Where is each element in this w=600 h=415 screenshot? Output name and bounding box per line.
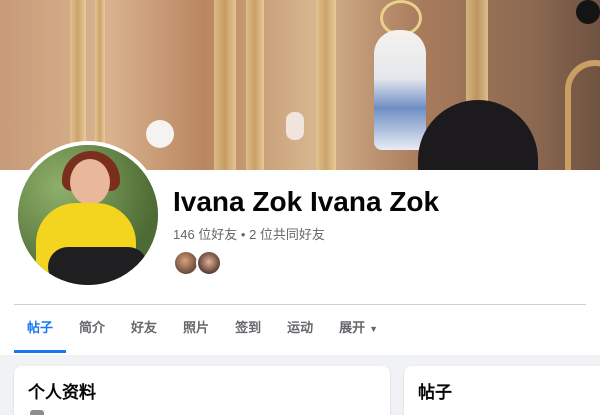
cover-arch	[565, 60, 600, 170]
tab-label: 帖子	[27, 320, 54, 335]
caret-down-icon: ▼	[369, 324, 379, 334]
tab-label: 照片	[183, 320, 210, 335]
tab-label: 展开	[339, 320, 366, 335]
profile-avatar[interactable]	[14, 141, 162, 289]
friends-count[interactable]: 146 位好友 • 2 位共同好友	[173, 224, 325, 243]
tab-photos[interactable]: 照片	[170, 305, 222, 353]
tab-label: 签到	[235, 320, 262, 335]
avatar-face	[70, 159, 110, 205]
tab-about[interactable]: 简介	[66, 305, 118, 353]
cover-pillar	[246, 0, 264, 170]
cover-pillar	[316, 0, 336, 170]
info-icon	[30, 410, 44, 415]
tab-sports[interactable]: 运动	[274, 305, 326, 353]
cover-lamp	[286, 112, 304, 140]
cover-person-head	[418, 100, 538, 170]
profile-name: Ivana Zok Ivana Zok	[173, 186, 440, 217]
posts-title: 帖子	[418, 383, 452, 402]
tab-label: 简介	[79, 320, 106, 335]
posts-card: 帖子	[404, 366, 600, 415]
profile-tabs: 帖子 简介 好友 照片 签到 运动 展开 ▼	[14, 305, 391, 353]
cover-pillar	[214, 0, 236, 170]
intro-title: 个人资料	[28, 383, 96, 402]
avatar-legs	[48, 247, 148, 285]
tab-friends[interactable]: 好友	[118, 305, 170, 353]
cover-lamp	[146, 120, 174, 148]
tab-posts[interactable]: 帖子	[14, 305, 67, 353]
tab-more[interactable]: 展开 ▼	[326, 305, 391, 353]
tab-checkins[interactable]: 签到	[222, 305, 274, 353]
top-corner-button[interactable]	[576, 0, 600, 24]
tab-label: 运动	[287, 320, 314, 335]
tab-label: 好友	[131, 320, 158, 335]
mutual-friend-avatar[interactable]	[196, 250, 222, 276]
cover-statue	[374, 30, 426, 150]
intro-card: 个人资料	[14, 366, 390, 415]
